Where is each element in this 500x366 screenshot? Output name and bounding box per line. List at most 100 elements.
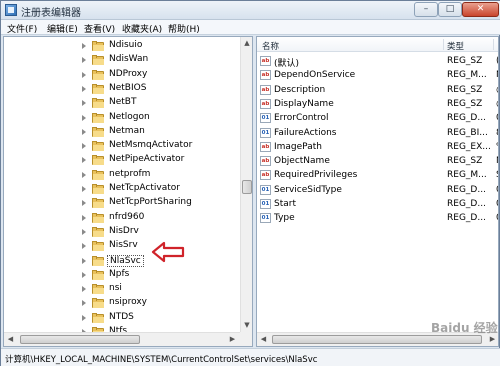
column-separator[interactable] [443, 39, 444, 50]
tree-item[interactable]: NisSrv [4, 239, 240, 253]
tree-item[interactable]: netprofm [4, 168, 240, 182]
expand-arrow-icon[interactable] [82, 57, 86, 64]
column-header-name[interactable]: 名称 [262, 40, 279, 52]
scroll-up-arrow-icon[interactable]: ▲ [241, 37, 252, 49]
expand-arrow-icon[interactable] [82, 114, 86, 121]
expand-arrow-icon[interactable] [82, 157, 86, 164]
folder-icon [92, 41, 104, 51]
tree-item[interactable]: Ndisuio [4, 39, 240, 53]
expand-arrow-icon[interactable] [82, 186, 86, 192]
value-row[interactable]: abRequiredPrivileges REG_M... S [257, 168, 498, 182]
binary-value-icon: 01 [260, 213, 271, 224]
column-separator[interactable] [493, 39, 494, 50]
tree-vertical-scrollbar[interactable]: ▲ ▼ [240, 37, 252, 332]
tree-item[interactable]: NisDrv [4, 225, 240, 239]
folder-icon [92, 155, 104, 166]
value-row[interactable]: 01FailureActions REG_BI... 8 [257, 126, 498, 140]
value-row[interactable]: 01Start REG_D... 0 [257, 197, 498, 211]
folder-icon [92, 255, 104, 266]
tree-item-label: NetBIOS [109, 82, 147, 93]
menu-file[interactable]: 文件(F) [7, 22, 37, 35]
menu-help[interactable]: 帮助(H) [168, 22, 200, 35]
expand-arrow-icon[interactable] [82, 143, 86, 150]
expand-arrow-icon[interactable] [82, 200, 86, 207]
value-data: @ [496, 85, 498, 95]
expand-arrow-icon[interactable] [82, 271, 86, 278]
tree-item[interactable]: NdisWan [4, 53, 240, 67]
value-row[interactable]: ab(默认) REG_SZ ( [257, 54, 498, 69]
close-button[interactable]: ✕ [462, 2, 499, 17]
tree-item[interactable]: Netman [4, 125, 240, 139]
folder-icon [92, 55, 104, 66]
tree-item[interactable]: NetPipeActivator [4, 153, 240, 167]
expand-arrow-icon[interactable] [82, 257, 86, 264]
expand-arrow-icon[interactable] [82, 214, 86, 221]
expand-arrow-icon[interactable] [82, 314, 86, 321]
expand-arrow-icon[interactable] [82, 43, 86, 49]
expand-arrow-icon[interactable] [82, 228, 86, 235]
expand-arrow-icon[interactable] [82, 71, 86, 78]
value-row[interactable]: 01ServiceSidType REG_D... 0 [257, 183, 498, 197]
expand-arrow-icon[interactable] [82, 100, 86, 107]
title-bar[interactable]: 注册表编辑器 – □ ✕ [1, 1, 500, 20]
tree-item[interactable]: NetMsmqActivator [4, 139, 240, 153]
tree-item[interactable]: Npfs [4, 268, 240, 282]
scroll-left-arrow-icon[interactable]: ◀ [4, 333, 17, 346]
value-data: 0 [496, 199, 498, 209]
string-value-icon: ab [260, 170, 271, 181]
folder-icon [92, 226, 104, 237]
value-name: DependOnService [274, 70, 356, 81]
tree-item[interactable]: NDProxy [4, 68, 240, 82]
tree-item[interactable]: NTDS [4, 311, 240, 325]
tree-item[interactable]: nsiproxy [4, 296, 240, 310]
expand-arrow-icon[interactable] [82, 85, 86, 92]
value-row[interactable]: 01Type REG_D... 0 [257, 211, 498, 225]
value-row[interactable]: abDependOnService REG_M... N [257, 68, 498, 82]
value-row[interactable]: abDescription REG_SZ @ [257, 83, 498, 97]
tree-item[interactable]: NetTcpActivator [4, 182, 240, 196]
value-data: ( [496, 56, 498, 66]
tree-item[interactable]: NetBIOS [4, 82, 240, 96]
tree-item[interactable]: NetBT [4, 96, 240, 110]
scroll-right-arrow-icon[interactable]: ▶ [226, 333, 239, 346]
values-list-header: 名称 类型 [257, 37, 498, 52]
menu-favorites[interactable]: 收藏夹(A) [122, 22, 162, 35]
tree-horizontal-scrollbar[interactable]: ◀ ▶ [4, 332, 240, 346]
expand-arrow-icon[interactable] [82, 286, 86, 293]
scroll-left-arrow-icon[interactable]: ◀ [257, 333, 270, 346]
value-type: REG_M... [447, 70, 487, 81]
values-pane[interactable]: 名称 类型 ab(默认)REG_SZ(ab DependOnService REG_… [256, 36, 499, 347]
expand-arrow-icon[interactable] [82, 243, 86, 250]
binary-value-icon: 01 [260, 127, 271, 138]
tree-item[interactable]: nfrd960 [4, 211, 240, 225]
menu-edit[interactable]: 编辑(E) [47, 22, 78, 35]
value-data: 0 [496, 185, 498, 195]
value-row[interactable]: abDisplayName REG_SZ @ [257, 97, 498, 111]
tree-item[interactable]: NetTcpPortSharing [4, 196, 240, 210]
tree-item[interactable]: NlaSvc [4, 254, 240, 268]
key-tree-pane[interactable]: Ndisuio NdisWan NDProxy NetBIOS NetBT Netlogo… [3, 36, 253, 347]
expand-arrow-icon[interactable] [82, 128, 86, 135]
values-horizontal-scroll-thumb[interactable] [272, 335, 482, 344]
menu-view[interactable]: 查看(V) [84, 22, 115, 35]
value-name: Start [274, 199, 296, 209]
tree-item-label: NetTcpPortSharing [109, 197, 192, 208]
value-name: (默认) [274, 59, 300, 69]
scroll-down-arrow-icon[interactable]: ▼ [241, 319, 252, 331]
expand-arrow-icon[interactable] [82, 300, 86, 307]
tree-item[interactable]: Netlogon [4, 111, 240, 125]
tree-item[interactable]: nsi [4, 282, 240, 296]
folder-icon [92, 126, 104, 137]
tree-vertical-scroll-thumb[interactable] [242, 180, 252, 194]
value-row[interactable]: abImagePath REG_EX...% [257, 140, 498, 154]
expand-arrow-icon[interactable] [82, 171, 86, 178]
minimize-button[interactable]: – [414, 2, 438, 17]
value-row[interactable]: 01ErrorControl REG_D... 0 [257, 111, 498, 125]
maximize-button[interactable]: □ [438, 2, 462, 17]
value-row[interactable]: abObjectName REG_SZ N [257, 154, 498, 168]
folder-icon [92, 83, 104, 94]
tree-item-label: Netlogon [109, 111, 150, 122]
tree-item-label: Netman [109, 125, 145, 136]
column-header-type[interactable]: 类型 [447, 40, 464, 52]
tree-horizontal-scroll-thumb[interactable] [20, 335, 140, 344]
